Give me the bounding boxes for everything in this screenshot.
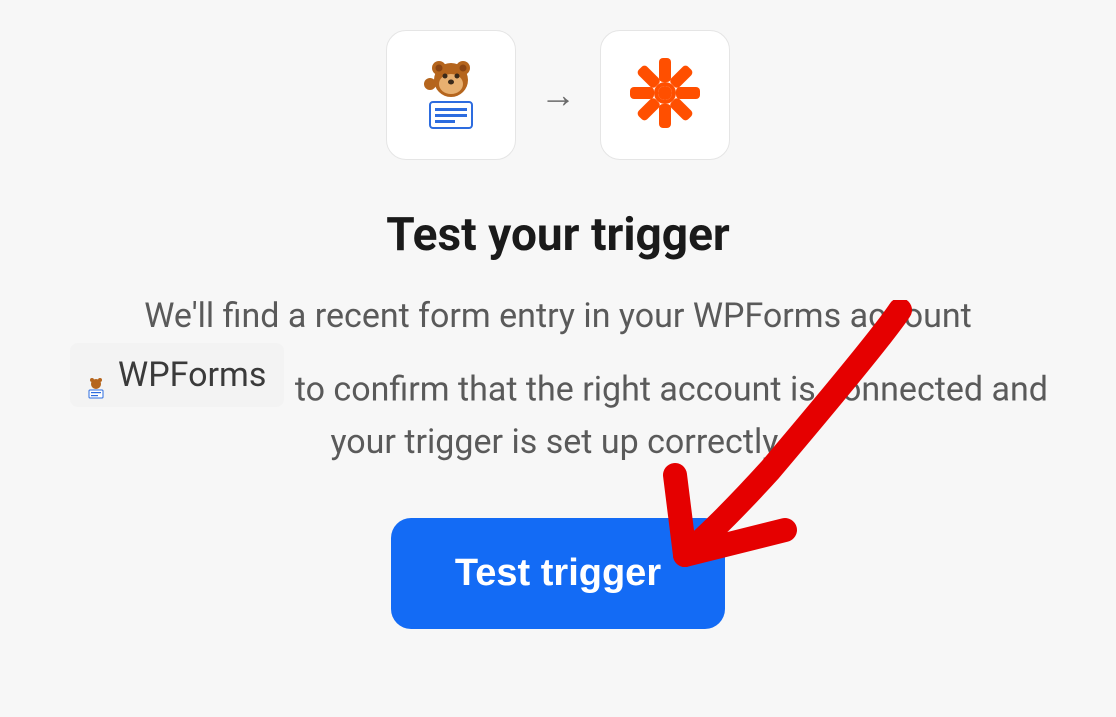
- zapier-icon: [624, 52, 706, 138]
- account-chip[interactable]: WPForms: [70, 343, 284, 408]
- account-chip-label: WPForms: [118, 349, 266, 402]
- page-title: Test your trigger: [386, 208, 730, 262]
- wpforms-icon: [412, 54, 490, 136]
- arrow-right-icon: →: [540, 74, 576, 116]
- test-trigger-button[interactable]: Test trigger: [391, 518, 725, 629]
- app-connection-row: →: [386, 30, 730, 160]
- source-app-card: [386, 30, 516, 160]
- wpforms-small-icon: [84, 363, 108, 387]
- description-after: to confirm that the right account is con…: [295, 369, 1048, 462]
- description-text: We'll find a recent form entry in your W…: [48, 290, 1068, 468]
- target-app-card: [600, 30, 730, 160]
- description-before: We'll find a recent form entry in your W…: [144, 296, 971, 336]
